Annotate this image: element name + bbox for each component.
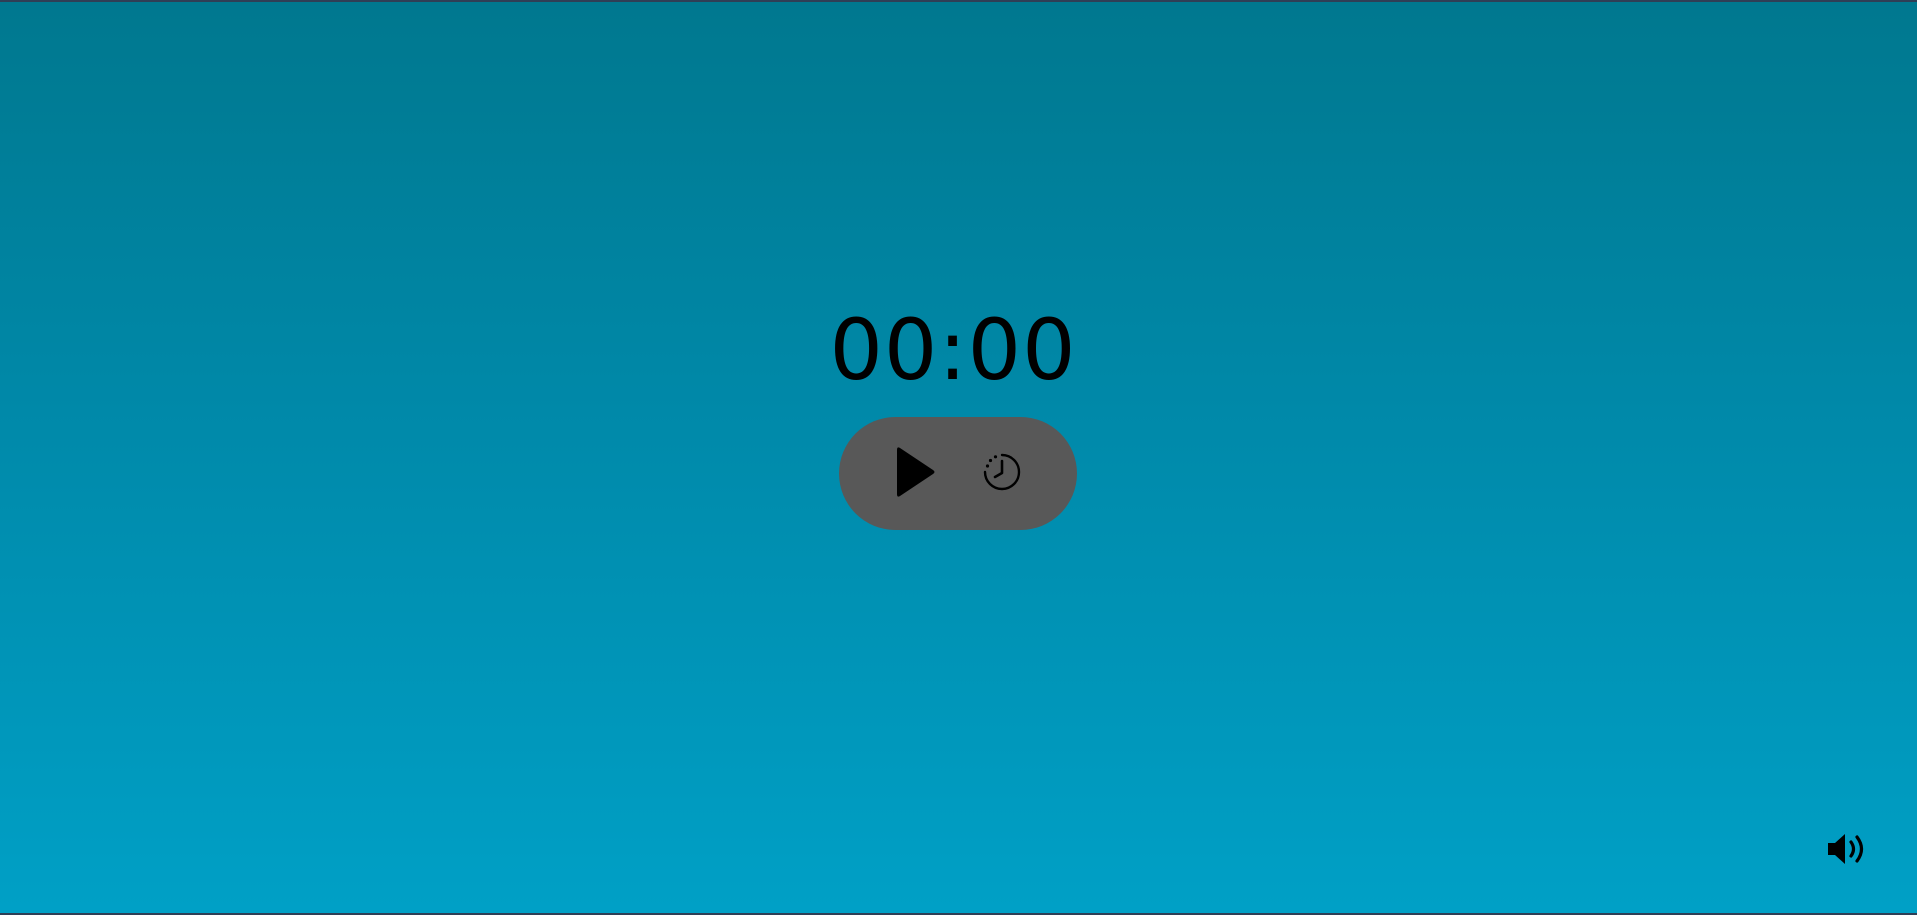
timer-display: 00:00 [829,301,1077,399]
volume-button[interactable] [1825,829,1869,869]
play-button[interactable] [882,444,942,500]
controls-pill [839,417,1077,530]
play-icon [897,447,935,497]
interval-timer-button[interactable] [978,448,1026,496]
clock-interval-icon [983,453,1021,491]
volume-icon [1828,834,1864,864]
